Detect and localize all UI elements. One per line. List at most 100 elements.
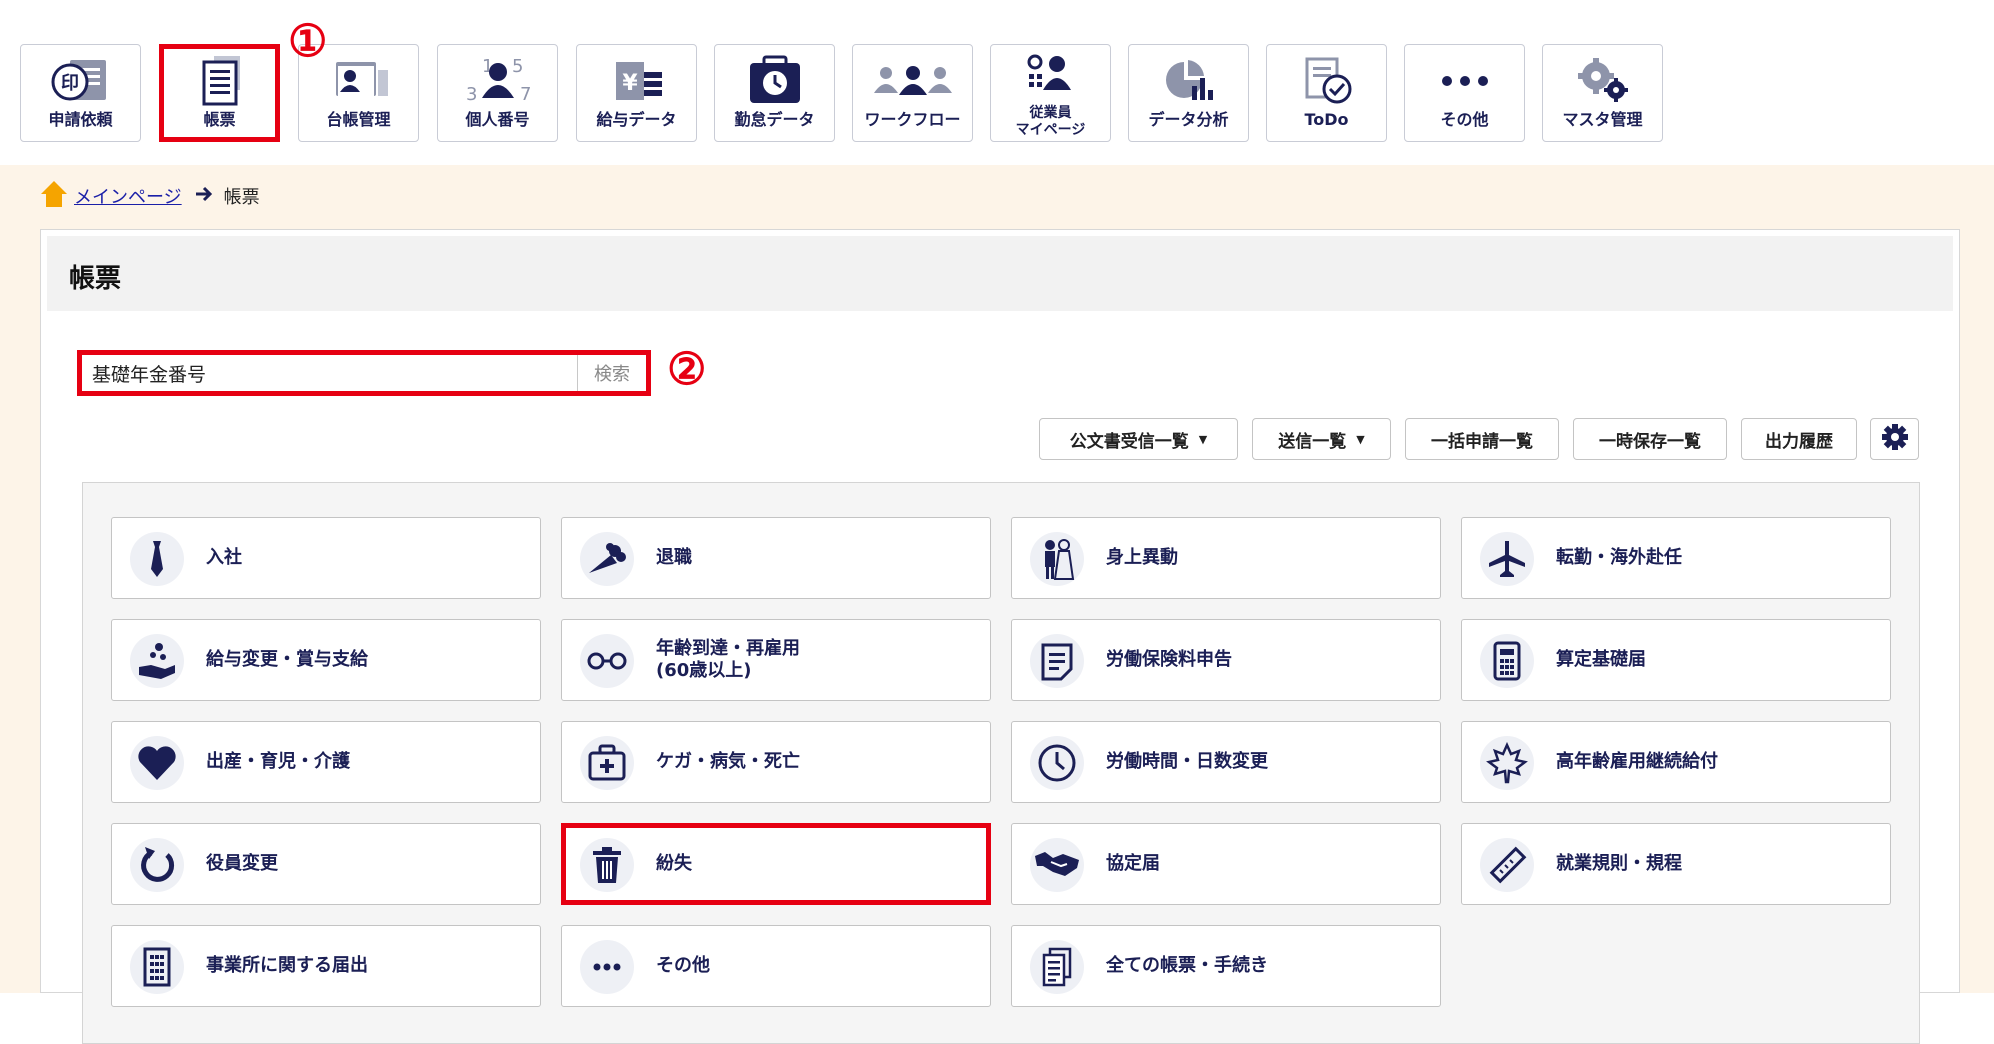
card-work-rules[interactable]: 就業規則・規程 (1461, 823, 1891, 905)
card-age-reemployment[interactable]: 年齢到達・再雇用 (60歳以上) (561, 619, 991, 701)
airplane-icon (1480, 532, 1534, 586)
nav-todo[interactable]: ToDo (1266, 44, 1387, 142)
card-working-hours[interactable]: 労働時間・日数変更 (1011, 721, 1441, 803)
temp-saved-button[interactable]: 一時保存一覧 (1573, 418, 1727, 460)
nav-other[interactable]: その他 (1404, 44, 1525, 142)
handshake-icon (1030, 838, 1084, 892)
card-all-forms[interactable]: 全ての帳票・手続き (1011, 925, 1441, 1007)
nav-request-label: 申請依頼 (48, 110, 113, 129)
breadcrumb-current: 帳票 (223, 187, 260, 208)
card-personal-change[interactable]: 身上異動 (1011, 517, 1441, 599)
arrow-right-icon (194, 186, 214, 207)
card-agreement-label: 協定届 (1106, 853, 1160, 874)
nav-master[interactable]: マスタ管理 (1542, 44, 1663, 142)
gears-icon (1543, 55, 1662, 107)
card-labor-insurance[interactable]: 労働保険料申告 (1011, 619, 1441, 701)
callout-two: ② (667, 344, 707, 395)
data-analysis-icon (1129, 55, 1248, 107)
nav-forms-label: 帳票 (203, 110, 236, 129)
card-agreement[interactable]: 協定届 (1011, 823, 1441, 905)
necktie-icon (130, 532, 184, 586)
coin-hand-icon (130, 634, 184, 688)
card-injury-illness-label: ケガ・病気・死亡 (656, 751, 800, 772)
official-received-dropdown[interactable]: 公文書受信一覧 ▼ (1039, 418, 1238, 460)
nav-employee-mypage[interactable]: 従業員 マイページ (990, 44, 1111, 142)
breadcrumb-home-link[interactable]: メインページ (74, 183, 182, 209)
time-card-icon (715, 55, 834, 107)
home-icon[interactable] (40, 179, 68, 214)
nav-todo-label: ToDo (1304, 110, 1349, 129)
card-labor-insurance-label: 労働保険料申告 (1106, 649, 1232, 670)
svg-text:¥: ¥ (622, 71, 638, 96)
callout-one: ① (288, 16, 328, 67)
nav-workflow-label: ワークフロー (864, 110, 961, 129)
first-aid-kit-icon (580, 736, 634, 790)
sent-list-dropdown[interactable]: 送信一覧 ▼ (1252, 418, 1391, 460)
nav-request[interactable]: 印 申請依頼 (20, 44, 141, 142)
caret-down-icon: ▼ (1356, 432, 1365, 446)
settings-button[interactable] (1870, 418, 1919, 460)
card-office-notification[interactable]: 事業所に関する届出 (111, 925, 541, 1007)
employee-mypage-icon (991, 51, 1110, 95)
card-personal-change-label: 身上異動 (1106, 547, 1178, 568)
card-childbirth-care[interactable]: 出産・育児・介護 (111, 721, 541, 803)
person-number-icon: 1 5 3 7 (438, 55, 557, 107)
todo-check-icon (1267, 55, 1386, 107)
nav-attendance-data-label: 勤怠データ (734, 110, 815, 129)
card-retirement[interactable]: 退職 (561, 517, 991, 599)
card-calculation-basis[interactable]: 算定基礎届 (1461, 619, 1891, 701)
wedding-couple-icon (1030, 532, 1084, 586)
nav-workflow[interactable]: ワークフロー (852, 44, 973, 142)
card-salary-change[interactable]: 給与変更・賞与支給 (111, 619, 541, 701)
sent-list-label: 送信一覧 (1278, 431, 1347, 452)
card-elderly-employment-label: 高年齢雇用継続給付 (1556, 751, 1718, 772)
nav-other-label: その他 (1440, 110, 1489, 129)
card-officer-change[interactable]: 役員変更 (111, 823, 541, 905)
card-retirement-label: 退職 (656, 547, 692, 568)
card-lost-label: 紛失 (656, 853, 692, 874)
stamp-document-icon: 印 (21, 55, 140, 107)
trash-icon (580, 838, 634, 892)
output-history-button[interactable]: 出力履歴 (1741, 418, 1857, 460)
card-salary-change-label: 給与変更・賞与支給 (206, 649, 368, 670)
nav-attendance-data[interactable]: 勤怠データ (714, 44, 835, 142)
card-transfer[interactable]: 転勤・海外赴任 (1461, 517, 1891, 599)
card-officer-change-label: 役員変更 (206, 853, 278, 874)
nav-personal-number[interactable]: 1 5 3 7 個人番号 (437, 44, 558, 142)
panel-header: 帳票 (47, 236, 1953, 311)
maple-leaf-icon (1480, 736, 1534, 790)
heart-icon (130, 736, 184, 790)
card-office-notification-label: 事業所に関する届出 (206, 955, 368, 976)
card-joining[interactable]: 入社 (111, 517, 541, 599)
nav-forms[interactable]: 帳票 (159, 44, 280, 142)
card-working-hours-label: 労働時間・日数変更 (1106, 751, 1268, 772)
nav-salary-data[interactable]: ¥ 給与データ (576, 44, 697, 142)
card-work-rules-label: 就業規則・規程 (1556, 853, 1682, 874)
glasses-icon (580, 634, 634, 688)
search-input[interactable] (82, 355, 577, 391)
workflow-people-icon (853, 55, 972, 107)
nav-data-analysis[interactable]: データ分析 (1128, 44, 1249, 142)
clock-icon (1030, 736, 1084, 790)
card-lost[interactable]: 紛失 (561, 823, 991, 905)
document-list-icon (164, 55, 275, 107)
search-button[interactable]: 検索 (577, 355, 646, 391)
gear-icon (1881, 423, 1909, 456)
svg-text:5: 5 (512, 56, 523, 77)
caret-down-icon: ▼ (1198, 432, 1208, 446)
card-elderly-employment[interactable]: 高年齢雇用継続給付 (1461, 721, 1891, 803)
card-joining-label: 入社 (206, 547, 242, 568)
nav-data-analysis-label: データ分析 (1148, 110, 1229, 129)
more-dots-icon (1405, 55, 1524, 107)
card-other[interactable]: その他 (561, 925, 991, 1007)
calculator-icon (1480, 634, 1534, 688)
salary-data-icon: ¥ (577, 55, 696, 107)
card-childbirth-care-label: 出産・育児・介護 (206, 751, 350, 772)
top-navigation: 印 申請依頼 帳票 台帳管理 1 5 3 7 個人番号 ¥ 給与データ 勤怠デー… (0, 0, 1994, 165)
breadcrumb: メインページ 帳票 (40, 179, 260, 213)
bulk-list-button[interactable]: 一括申請一覧 (1405, 418, 1559, 460)
nav-master-label: マスタ管理 (1562, 110, 1643, 129)
document-icon (1030, 634, 1084, 688)
card-injury-illness[interactable]: ケガ・病気・死亡 (561, 721, 991, 803)
documents-stack-icon (1030, 940, 1084, 994)
